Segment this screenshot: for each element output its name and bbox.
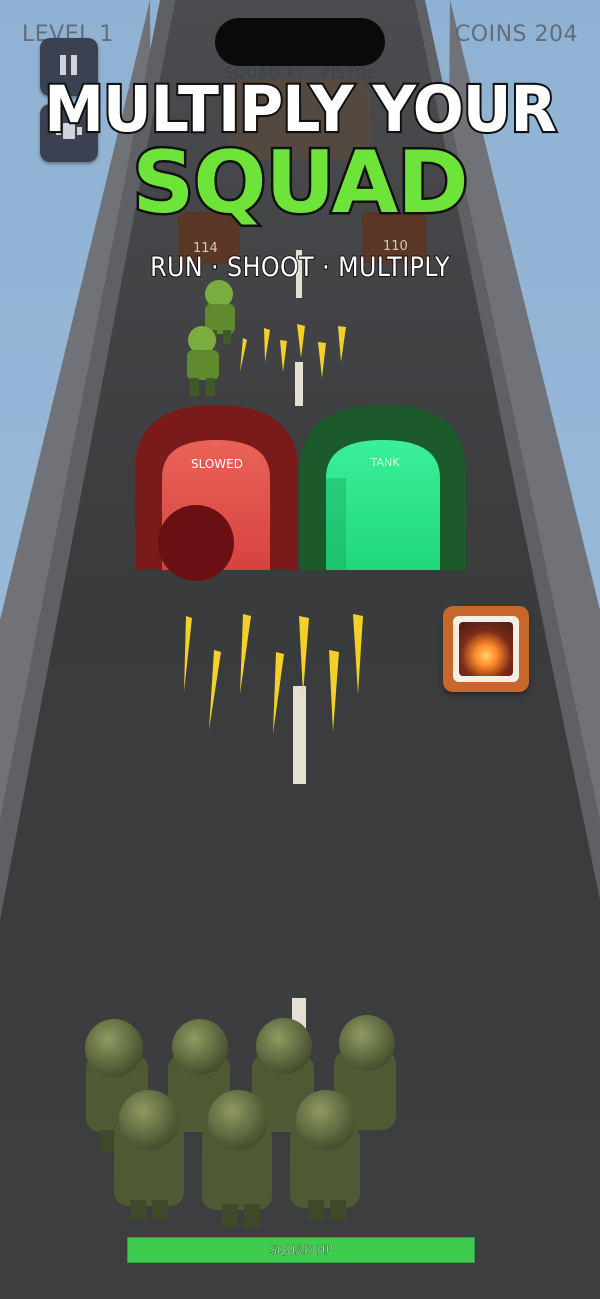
coins-counter: COINS 204 xyxy=(454,22,578,47)
promo-title-line2: SQUAD xyxy=(130,133,471,233)
green-gate xyxy=(300,405,466,570)
gate-label-left: SLOWED xyxy=(190,457,243,471)
soldier xyxy=(202,1090,272,1228)
explosion-icon xyxy=(459,622,513,676)
soldier xyxy=(114,1090,184,1220)
squad-hp-label: SQUAD HP xyxy=(269,1243,333,1258)
soldier xyxy=(290,1090,360,1220)
promo-tagline: RUN · SHOOT · MULTIPLY xyxy=(149,251,450,284)
powerup-button[interactable] xyxy=(443,606,529,692)
lane-mark xyxy=(295,362,303,406)
squad-hp-bar: SQUAD HP xyxy=(127,1237,475,1263)
red-gate xyxy=(135,405,298,581)
gate-label-right: TANK xyxy=(370,456,400,469)
lane-mark xyxy=(293,686,306,784)
camera-notch xyxy=(215,18,385,66)
